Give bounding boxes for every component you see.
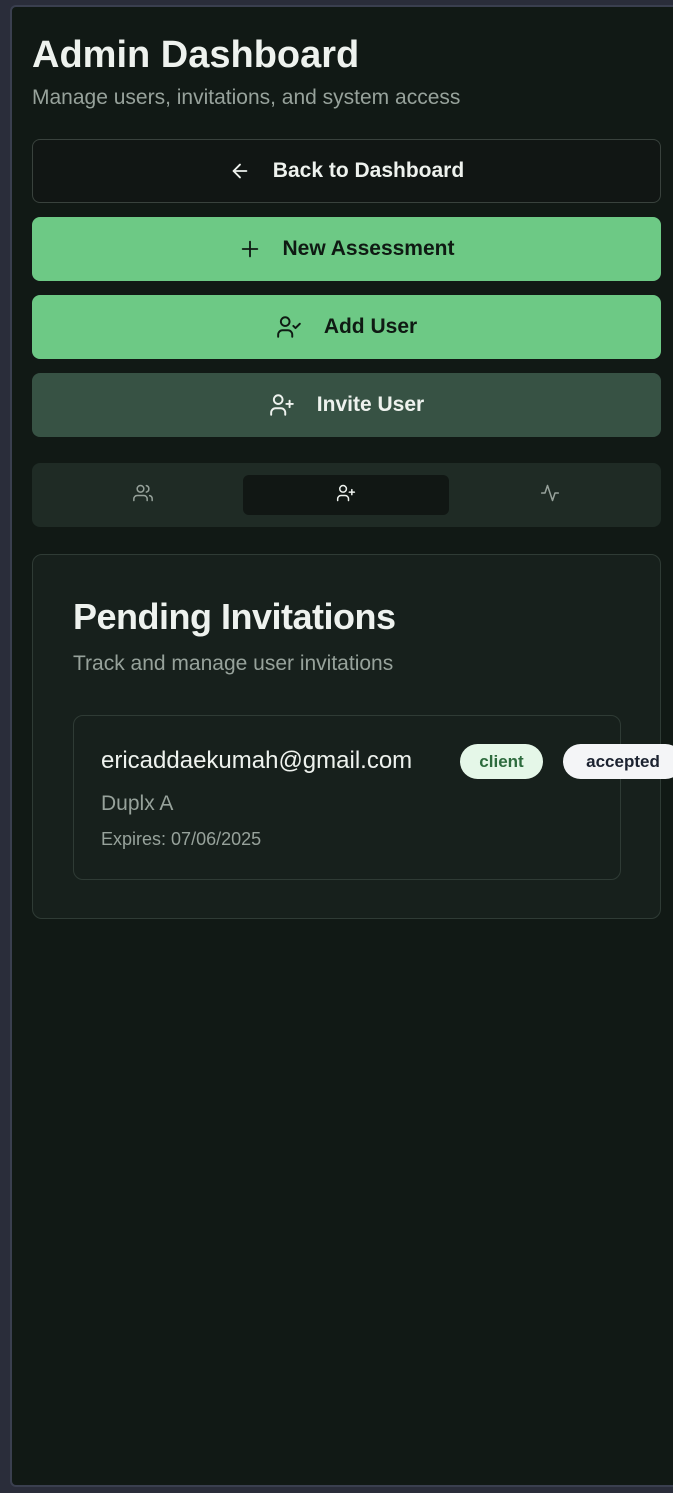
invite-user-button[interactable]: Invite User (32, 373, 661, 437)
new-assessment-button[interactable]: New Assessment (32, 217, 661, 281)
add-user-button[interactable]: Add User (32, 295, 661, 359)
user-plus-icon (336, 483, 356, 508)
page-subtitle: Manage users, invitations, and system ac… (32, 86, 461, 109)
tab-users[interactable] (40, 475, 246, 515)
activity-icon (540, 483, 560, 508)
expires-date: 07/06/2025 (171, 829, 262, 849)
users-icon (133, 483, 153, 508)
invite-user-label: Invite User (316, 393, 425, 416)
page-title: Admin Dashboard (32, 34, 360, 76)
admin-window: Admin Dashboard Manage users, invitation… (10, 5, 673, 1487)
tab-bar (32, 463, 661, 527)
invitation-name: Duplx A (101, 792, 174, 815)
invitation-email: ericaddaekumah@gmail.com (101, 747, 413, 774)
pending-invitations-card: Pending Invitations Track and manage use… (32, 554, 673, 919)
tab-invitations[interactable] (243, 475, 449, 515)
invitation-expires: Expires: 07/06/2025 (101, 828, 261, 850)
plus-icon (239, 238, 261, 260)
status-badge: accepted (563, 744, 673, 779)
invitation-item: ericaddaekumah@gmail.com client accepted… (73, 715, 673, 880)
expires-label: Expires: (101, 829, 167, 849)
card-subtitle: Track and manage user invitations (73, 652, 394, 675)
arrow-left-icon (229, 160, 251, 182)
tab-activity[interactable] (447, 475, 653, 515)
user-check-icon (276, 314, 302, 340)
back-to-dashboard-button[interactable]: Back to Dashboard (32, 139, 661, 203)
card-title: Pending Invitations (73, 596, 396, 637)
back-to-dashboard-label: Back to Dashboard (272, 159, 465, 182)
add-user-label: Add User (323, 315, 418, 338)
new-assessment-label: New Assessment (282, 237, 455, 260)
role-badge: client (460, 744, 543, 779)
user-plus-icon (269, 392, 295, 418)
